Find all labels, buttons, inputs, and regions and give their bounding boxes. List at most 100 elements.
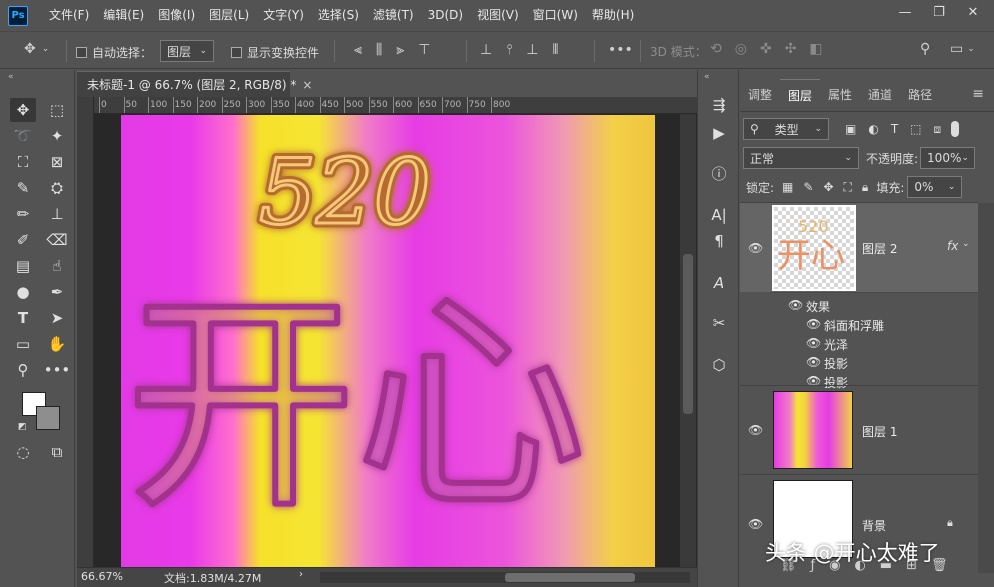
lock-pixels-icon[interactable]: ▦ (782, 180, 793, 195)
eye-icon[interactable]: 👁︎ (806, 336, 821, 350)
dodge-tool-icon[interactable]: ● (10, 280, 36, 304)
horizontal-scrollbar[interactable] (320, 572, 690, 583)
lock-position-icon[interactable]: ✥ (823, 180, 833, 195)
move-tool-preset[interactable]: ✥ ⌄ (24, 41, 49, 57)
quick-mask-icon[interactable]: ◌ (10, 440, 36, 464)
vertical-scrollbar[interactable] (680, 114, 696, 567)
menu-view[interactable]: 视图(V) (470, 0, 526, 31)
eye-icon[interactable]: 👁︎ (748, 241, 763, 255)
marquee-tool-icon[interactable]: ⬚ (44, 98, 70, 122)
magic-wand-tool-icon[interactable]: ✦ (44, 124, 70, 148)
filter-kind-dropdown[interactable]: ⚲ 类型 ⌄ (743, 118, 829, 140)
eye-icon[interactable]: 👁︎ (788, 298, 803, 312)
filter-toggle[interactable] (951, 121, 960, 137)
search-button[interactable]: ⚲ (920, 41, 930, 57)
effect-satin[interactable]: 光泽 (824, 336, 848, 353)
history-brush-icon[interactable]: ✐ (10, 228, 36, 252)
tab-channels[interactable]: 通道 (860, 79, 900, 111)
tab-layers[interactable]: 图层 (780, 79, 821, 111)
menu-filter[interactable]: 滤镜(T) (366, 0, 421, 31)
layers-scrollbar[interactable] (978, 203, 994, 573)
eye-icon[interactable]: 👁︎ (806, 317, 821, 331)
path-select-tool-icon[interactable]: ➤ (44, 306, 70, 330)
distribute-icon[interactable]: ⫴ (553, 42, 559, 58)
lock-all-icon[interactable]: 🔒︎ (862, 180, 868, 195)
history-icon[interactable]: ⇶ (706, 92, 732, 118)
close-icon[interactable]: ✕ (958, 0, 988, 24)
restore-icon[interactable]: ❐ (924, 0, 954, 24)
eye-icon[interactable]: 👁︎ (748, 517, 763, 531)
3d-cube-icon[interactable]: ⬡ (706, 352, 732, 378)
align-vcenter-icon[interactable]: ⫯ (506, 42, 512, 58)
background-color-swatch[interactable] (36, 406, 60, 430)
menu-select[interactable]: 选择(S) (311, 0, 366, 31)
eye-icon[interactable]: 👁︎ (748, 423, 763, 437)
pen-tool-icon[interactable]: ✒ (44, 280, 70, 304)
slide-3d-icon[interactable]: ✣ (785, 41, 797, 57)
image-filter-icon[interactable]: ▣ (845, 122, 856, 137)
more-options-button[interactable]: ••• (608, 42, 633, 58)
layer-row-1[interactable]: 👁︎ 图层 1 (740, 385, 978, 474)
menu-edit[interactable]: 编辑(E) (96, 0, 151, 31)
orbit-3d-icon[interactable]: ⟲ (710, 41, 722, 57)
panel-menu-icon[interactable]: ≡ (972, 86, 984, 102)
align-hcenter-icon[interactable]: ⫼ (376, 42, 382, 58)
adjustment-filter-icon[interactable]: ◐ (868, 122, 878, 137)
lock-artboard-icon[interactable]: ⛶ (844, 180, 852, 195)
brush-tool-icon[interactable]: ✏ (10, 202, 36, 226)
align-right-icon[interactable]: ⫸ (396, 42, 404, 58)
tab-properties[interactable]: 属性 (820, 79, 860, 111)
zoom-level[interactable]: 66.67% (81, 570, 123, 583)
stamp-tool-icon[interactable]: ⊥ (44, 202, 70, 226)
screen-mode-icon[interactable]: ⧉ (44, 440, 70, 464)
info-icon[interactable]: ⓘ (706, 160, 732, 186)
hand-tool-icon[interactable]: ✋ (44, 332, 70, 356)
minimize-icon[interactable]: — (890, 0, 920, 24)
roll-3d-icon[interactable]: ◎ (735, 41, 747, 57)
type-filter-icon[interactable]: T (891, 122, 898, 137)
menu-layer[interactable]: 图层(L) (202, 0, 256, 31)
pan-3d-icon[interactable]: ✜ (760, 41, 772, 57)
fx-badge[interactable]: fx (947, 239, 958, 253)
type-tool-icon[interactable]: T (10, 306, 36, 330)
close-icon[interactable]: × (302, 78, 312, 92)
paragraph-icon[interactable]: ¶ (706, 228, 732, 254)
menu-file[interactable]: 文件(F) (42, 0, 96, 31)
menu-help[interactable]: 帮助(H) (585, 0, 641, 31)
lock-brush-icon[interactable]: ✎ (803, 180, 813, 195)
menu-type[interactable]: 文字(Y) (256, 0, 311, 31)
eyedropper-tool-icon[interactable]: ✎ (10, 176, 36, 200)
align-bottom-icon[interactable]: ⊥ (526, 42, 538, 58)
document-tab[interactable]: 未标题-1 @ 66.7% (图层 2, RGB/8) * × (77, 71, 312, 97)
camera-3d-icon[interactable]: ◧ (809, 41, 822, 57)
eye-icon[interactable]: 👁︎ (806, 355, 821, 369)
character-icon[interactable]: A| (706, 202, 732, 228)
align-left-icon[interactable]: ⫷ (354, 42, 362, 58)
scroll-thumb[interactable] (505, 573, 635, 582)
effect-bevel-emboss[interactable]: 斜面和浮雕 (824, 317, 884, 334)
heal-tool-icon[interactable]: ⛭ (44, 176, 70, 200)
align-top-icon[interactable]: ⊤ (418, 42, 430, 58)
tab-adjustments[interactable]: 调整 (740, 79, 780, 111)
menu-image[interactable]: 图像(I) (151, 0, 202, 31)
chevron-right-icon[interactable]: › (299, 569, 303, 580)
fill-input[interactable]: 0% ⌄ (907, 176, 963, 198)
glyphs-icon[interactable]: A (706, 270, 732, 296)
blend-mode-dropdown[interactable]: 正常 ⌄ (743, 147, 859, 169)
play-icon[interactable]: ▶ (706, 120, 732, 146)
collapse-icon[interactable]: « (704, 72, 710, 82)
gradient-tool-icon[interactable]: ▤ (10, 254, 36, 278)
rectangle-tool-icon[interactable]: ▭ (10, 332, 36, 356)
frame-tool-icon[interactable]: ⊠ (44, 150, 70, 174)
shape-filter-icon[interactable]: ⬚ (910, 122, 921, 137)
transform-controls-checkbox[interactable]: 显示变换控件 (231, 44, 319, 61)
menu-3d[interactable]: 3D(D) (421, 0, 470, 31)
zoom-tool-icon[interactable]: ⚲ (10, 358, 36, 382)
effect-drop-shadow-1[interactable]: 投影 (824, 355, 848, 372)
move-tool-icon[interactable]: ✥ (10, 98, 36, 122)
tab-paths[interactable]: 路径 (900, 79, 940, 111)
crop-tool-icon[interactable]: ⛶ (10, 150, 36, 174)
tool-presets-icon[interactable]: ✂ (706, 310, 732, 336)
more-tools-icon[interactable]: ••• (44, 358, 71, 382)
lasso-tool-icon[interactable]: ➰ (10, 124, 36, 148)
